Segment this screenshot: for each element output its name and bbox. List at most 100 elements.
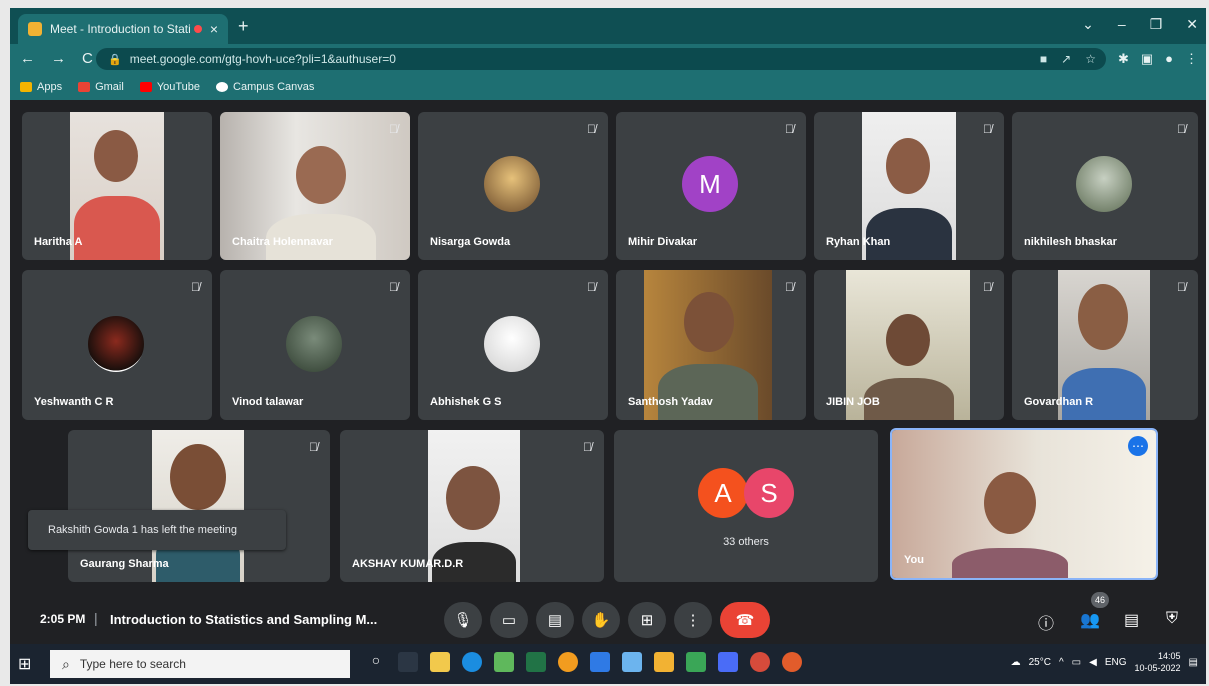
- participant-avatar: [484, 316, 540, 372]
- forward-icon[interactable]: →: [51, 50, 66, 67]
- paint-icon[interactable]: [622, 652, 642, 672]
- file-explorer-icon[interactable]: [430, 652, 450, 672]
- self-tile[interactable]: ⋯ You: [890, 428, 1158, 580]
- participant-tile[interactable]: 🎙̸ Govardhan R: [1012, 270, 1198, 420]
- participant-tile[interactable]: 🎙̸ Gaurang Sharma: [68, 430, 330, 582]
- url-field[interactable]: 🔒 meet.google.com/gtg-hovh-uce?pli=1&aut…: [96, 48, 1106, 70]
- reload-icon[interactable]: C: [82, 50, 93, 67]
- leave-call-button[interactable]: ☎: [720, 602, 770, 638]
- participant-tile[interactable]: 🎙̸ Nisarga Gowda: [418, 112, 608, 260]
- bookmarks-bar: Apps Gmail YouTube Campus Canvas: [10, 74, 1206, 100]
- more-options-button[interactable]: ⋮: [674, 602, 712, 638]
- excel-icon[interactable]: [526, 652, 546, 672]
- present-button[interactable]: ⊞: [628, 602, 666, 638]
- end-call-icon: ☎: [735, 612, 755, 629]
- cortana-icon[interactable]: ○: [366, 652, 386, 672]
- camera-button[interactable]: ▭: [490, 602, 528, 638]
- profile-icon[interactable]: ●: [1165, 51, 1173, 67]
- raise-hand-button[interactable]: ✋: [582, 602, 620, 638]
- chrome-active-icon[interactable]: [782, 652, 802, 672]
- participant-avatar: [286, 316, 342, 372]
- extensions-icon[interactable]: ✱: [1118, 51, 1129, 67]
- task-view-icon[interactable]: [398, 652, 418, 672]
- network-icon[interactable]: ▭: [1072, 657, 1081, 668]
- participant-tile[interactable]: 🎙̸ Yeshwanth C R: [22, 270, 212, 420]
- url-text: meet.google.com/gtg-hovh-uce?pli=1&authu…: [129, 52, 396, 66]
- sidebar-icon[interactable]: ▣: [1141, 51, 1153, 67]
- participant-tile[interactable]: 🎙̸ AKSHAY KUMAR.D.R: [340, 430, 604, 582]
- participant-video: [70, 112, 164, 260]
- photos-icon[interactable]: [718, 652, 738, 672]
- participant-tile[interactable]: Haritha A: [22, 112, 212, 260]
- back-icon[interactable]: ←: [20, 50, 35, 67]
- taskbar-search-box[interactable]: ⌕ Type here to search: [50, 650, 350, 678]
- chat-icon[interactable]: ▤: [1124, 610, 1139, 630]
- meeting-info-icon[interactable]: ⓘ: [1038, 610, 1054, 634]
- menu-icon[interactable]: ⋮: [1185, 51, 1198, 67]
- new-tab-button[interactable]: +: [238, 16, 249, 37]
- participant-name: nikhilesh bhaskar: [1024, 236, 1117, 248]
- participant-tile[interactable]: 🎙̸ nikhilesh bhaskar: [1012, 112, 1198, 260]
- nav-buttons: ← → C: [20, 50, 93, 67]
- app-icon[interactable]: [494, 652, 514, 672]
- mail-icon[interactable]: [590, 652, 610, 672]
- sheets-icon[interactable]: [686, 652, 706, 672]
- maximize-button[interactable]: ❐: [1150, 16, 1163, 33]
- recording-dot-icon: [193, 25, 202, 33]
- notes-icon[interactable]: [654, 652, 674, 672]
- taskbar-apps: ○: [366, 652, 802, 672]
- volume-icon[interactable]: ◀: [1089, 657, 1097, 668]
- close-window-button[interactable]: ✕: [1186, 16, 1198, 33]
- captions-button[interactable]: ▤: [536, 602, 574, 638]
- windows-start-icon[interactable]: ⊞: [18, 654, 31, 674]
- participant-name: Abhishek G S: [430, 396, 502, 408]
- bookmark-youtube[interactable]: YouTube: [139, 81, 200, 93]
- participant-tile[interactable]: 🎙̸ Vinod talawar: [220, 270, 410, 420]
- participant-name: Vinod talawar: [232, 396, 304, 408]
- meet-grid: Haritha A 🎙̸ Chaitra Holennavar 🎙̸ Nisar…: [10, 100, 1206, 598]
- chrome-icon[interactable]: [558, 652, 578, 672]
- participant-tile[interactable]: 🎙̸ Chaitra Holennavar: [220, 112, 410, 260]
- browser-tab[interactable]: Meet - Introduction to Stati ×: [18, 14, 228, 44]
- bookmark-gmail[interactable]: Gmail: [78, 81, 124, 93]
- canvas-icon: [216, 82, 229, 92]
- participant-tile[interactable]: M 🎙̸ Mihir Divakar: [616, 112, 806, 260]
- tray-chevron-icon[interactable]: ^: [1059, 657, 1064, 668]
- tab-search-button[interactable]: ⌄: [1082, 16, 1094, 33]
- others-avatar-s: S: [744, 468, 794, 518]
- taskbar-clock[interactable]: 14:05 10-05-2022: [1135, 650, 1181, 674]
- participant-tile[interactable]: 🎙̸ Santhosh Yadav: [616, 270, 806, 420]
- share-icon[interactable]: ↗: [1061, 52, 1071, 66]
- gmail-icon: [78, 82, 91, 92]
- bookmark-campus-canvas[interactable]: Campus Canvas: [216, 81, 314, 93]
- participant-tile[interactable]: 🎙̸ Abhishek G S: [418, 270, 608, 420]
- language-indicator[interactable]: ENG: [1105, 657, 1127, 668]
- participant-tile[interactable]: 🎙̸ Ryhan Khan: [814, 112, 1004, 260]
- more-options-icon[interactable]: ⋯: [1128, 436, 1148, 456]
- notification-icon[interactable]: ▤: [1189, 657, 1198, 668]
- mic-off-icon: 🎙̸: [583, 440, 592, 454]
- mic-button[interactable]: 🎙: [444, 602, 482, 638]
- weather-icon[interactable]: ☁: [1011, 657, 1021, 668]
- lock-icon[interactable]: 🔒: [108, 53, 122, 66]
- host-controls-icon[interactable]: ⛨: [1166, 610, 1178, 628]
- bookmark-apps[interactable]: Apps: [20, 81, 62, 93]
- people-icon[interactable]: 👥: [1080, 610, 1100, 630]
- mic-off-icon: 🎙̸: [983, 122, 992, 136]
- minimize-button[interactable]: –: [1118, 16, 1126, 33]
- participant-name: Govardhan R: [1024, 396, 1094, 408]
- others-tile[interactable]: A S 33 others: [614, 430, 878, 582]
- chrome-profile-icon[interactable]: [750, 652, 770, 672]
- url-actions: ■ ↗ ☆: [1040, 52, 1096, 66]
- participant-avatar: [484, 156, 540, 212]
- edge-icon[interactable]: [462, 652, 482, 672]
- mic-off-icon: 🎙̸: [1177, 122, 1186, 136]
- bookmark-star-icon[interactable]: ☆: [1085, 52, 1096, 66]
- mic-off-icon: 🎙̸: [1177, 280, 1186, 294]
- windows-taskbar: ⊞ ⌕ Type here to search ○ ☁ 25°C ^ ▭ ◀ E…: [10, 644, 1206, 684]
- tab-close-icon[interactable]: ×: [210, 21, 218, 37]
- participant-avatar-letter: M: [682, 156, 738, 212]
- system-tray: ☁ 25°C ^ ▭ ◀ ENG 14:05 10-05-2022 ▤: [1011, 650, 1198, 674]
- camera-icon[interactable]: ■: [1040, 52, 1047, 66]
- participant-tile[interactable]: 🎙̸ JIBIN JOB: [814, 270, 1004, 420]
